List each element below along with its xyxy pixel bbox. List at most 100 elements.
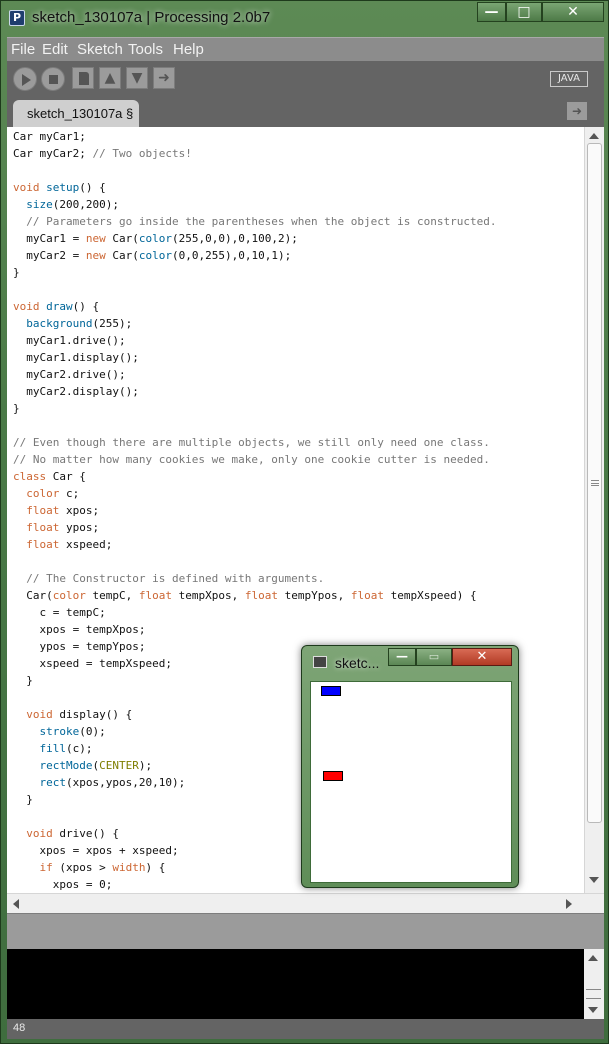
maximize-button[interactable]: □ xyxy=(506,2,542,22)
sketch-maximize-button[interactable]: ▭ xyxy=(416,648,452,666)
code-token: Car( xyxy=(105,249,139,262)
code-token: color xyxy=(138,232,172,245)
code-token: (200,200); xyxy=(52,198,119,211)
menu-edit[interactable]: Edit xyxy=(42,41,68,58)
open-button[interactable]: ▲ xyxy=(99,67,121,89)
code-line[interactable]: Car(color tempC, float tempXpos, float t… xyxy=(13,587,583,604)
menu-file[interactable]: File xyxy=(11,41,35,58)
editor-horizontal-scrollbar[interactable] xyxy=(7,893,604,913)
console-scrollbar[interactable] xyxy=(584,949,604,1019)
code-token: CENTER xyxy=(99,759,139,772)
code-token: float xyxy=(244,589,278,602)
code-line[interactable]: color c; xyxy=(13,485,583,502)
code-line[interactable]: } xyxy=(13,400,583,417)
code-token: Car myCar1; xyxy=(13,130,86,143)
menu-sketch[interactable]: Sketch xyxy=(77,41,123,58)
code-line[interactable]: background(255); xyxy=(13,315,583,332)
scroll-down-icon[interactable] xyxy=(588,1007,598,1013)
open-icon: ▲ xyxy=(104,70,116,86)
code-line[interactable]: Car myCar2; // Two objects! xyxy=(13,145,583,162)
code-line[interactable]: // No matter how many cookies we make, o… xyxy=(13,451,583,468)
tab-menu-button[interactable]: ➜ xyxy=(567,102,587,120)
code-token: draw xyxy=(46,300,73,313)
close-button[interactable]: ✕ xyxy=(542,2,604,22)
mode-selector[interactable]: JAVA xyxy=(550,71,588,87)
console[interactable] xyxy=(7,949,604,1019)
minimize-button[interactable]: — xyxy=(477,2,506,22)
code-line[interactable] xyxy=(13,281,583,298)
code-line[interactable] xyxy=(13,162,583,179)
title-bar[interactable]: P sketch_130107a | Processing 2.0b7 — □ … xyxy=(1,1,609,37)
scroll-thumb[interactable] xyxy=(587,143,602,823)
code-token: } xyxy=(13,674,33,687)
code-line[interactable]: myCar1.display(); xyxy=(13,349,583,366)
code-token: c = tempC; xyxy=(13,606,106,619)
stop-button[interactable] xyxy=(41,67,65,91)
code-line[interactable]: float xpos; xyxy=(13,502,583,519)
code-token: xpos = xpos + xspeed; xyxy=(13,844,179,857)
save-button[interactable]: ▼ xyxy=(126,67,148,89)
new-button[interactable] xyxy=(72,67,94,89)
code-line[interactable]: float xspeed; xyxy=(13,536,583,553)
export-icon: ➜ xyxy=(158,70,170,86)
code-line[interactable] xyxy=(13,553,583,570)
code-line[interactable]: // The Constructor is defined with argum… xyxy=(13,570,583,587)
code-line[interactable]: float ypos; xyxy=(13,519,583,536)
window-title: sketch_130107a | Processing 2.0b7 xyxy=(32,9,271,26)
sketch-canvas[interactable] xyxy=(310,681,512,883)
code-token: void xyxy=(26,708,53,721)
code-token: width xyxy=(112,861,146,874)
editor-vertical-scrollbar[interactable] xyxy=(584,127,604,893)
export-button[interactable]: ➜ xyxy=(153,67,175,89)
sketch-output-window[interactable]: sketc... — ▭ ✕ xyxy=(301,645,519,888)
tab-label: sketch_130107a § xyxy=(27,106,134,121)
menu-bar: File Edit Sketch Tools Help xyxy=(7,37,604,61)
code-line[interactable] xyxy=(13,417,583,434)
code-line[interactable]: Car myCar1; xyxy=(13,128,583,145)
code-line[interactable]: myCar1 = new Car(color(255,0,0),0,100,2)… xyxy=(13,230,583,247)
tab-sketch[interactable]: sketch_130107a § xyxy=(13,100,139,127)
code-line[interactable]: xpos = tempXpos; xyxy=(13,621,583,638)
code-line[interactable]: void setup() { xyxy=(13,179,583,196)
code-line[interactable]: void draw() { xyxy=(13,298,583,315)
scroll-left-icon[interactable] xyxy=(13,899,19,909)
scroll-up-icon[interactable] xyxy=(589,133,599,139)
scroll-thumb[interactable] xyxy=(586,989,601,999)
menu-help[interactable]: Help xyxy=(173,41,204,58)
code-token: myCar1.display(); xyxy=(13,351,139,364)
code-line[interactable]: myCar2 = new Car(color(0,0,255),0,10,1); xyxy=(13,247,583,264)
code-line[interactable]: class Car { xyxy=(13,468,583,485)
code-token: tempXpos, xyxy=(171,589,245,602)
code-token: } xyxy=(13,266,20,279)
code-token: (xpos,ypos,20,10); xyxy=(66,776,186,789)
code-line[interactable]: c = tempC; xyxy=(13,604,583,621)
sketch-close-button[interactable]: ✕ xyxy=(452,648,512,666)
sketch-minimize-button[interactable]: — xyxy=(388,648,416,666)
code-token: background xyxy=(26,317,93,330)
code-line[interactable]: myCar2.display(); xyxy=(13,383,583,400)
code-token: rectMode xyxy=(39,759,93,772)
scroll-up-icon[interactable] xyxy=(588,955,598,961)
code-line[interactable]: // Even though there are multiple object… xyxy=(13,434,583,451)
code-line[interactable]: size(200,200); xyxy=(13,196,583,213)
code-line[interactable]: // Parameters go inside the parentheses … xyxy=(13,213,583,230)
code-token: rect xyxy=(39,776,67,789)
save-icon: ▼ xyxy=(131,70,143,86)
code-token: ); xyxy=(138,759,153,772)
code-token: color xyxy=(138,249,172,262)
code-token: void xyxy=(26,827,53,840)
code-line[interactable]: } xyxy=(13,264,583,281)
run-button[interactable] xyxy=(13,67,37,91)
code-line[interactable]: myCar2.drive(); xyxy=(13,366,583,383)
code-token: // Parameters go inside the parentheses … xyxy=(26,215,497,228)
code-token: color xyxy=(52,589,86,602)
menu-tools[interactable]: Tools xyxy=(128,41,163,58)
scroll-right-icon[interactable] xyxy=(566,899,572,909)
scroll-down-icon[interactable] xyxy=(589,877,599,883)
code-line[interactable]: myCar1.drive(); xyxy=(13,332,583,349)
